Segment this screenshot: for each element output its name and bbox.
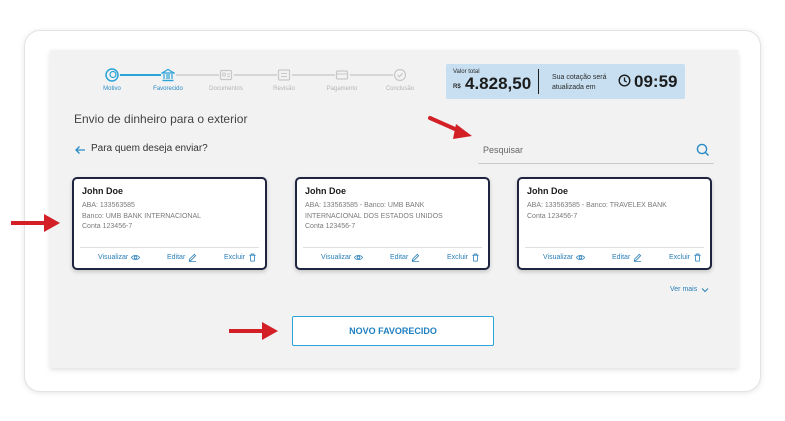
recipient-details: ABA: 133563585 - Banco: TRAVELEX BANK Co… — [527, 201, 707, 222]
edit-button[interactable]: Editar — [167, 253, 197, 262]
search-icon[interactable] — [696, 143, 710, 157]
new-recipient-button[interactable]: NOVO FAVORECIDO — [292, 316, 494, 346]
edit-button[interactable]: Editar — [390, 253, 420, 262]
view-label: Visualizar — [321, 254, 352, 261]
annotation-arrow-icon — [11, 214, 60, 232]
divider — [538, 69, 539, 94]
recipient-card[interactable]: John Doe ABA: 133563585 - Banco: UMB BAN… — [295, 177, 490, 270]
detail-line: ABA: 133563585 - Banco: TRAVELEX BANK — [527, 202, 667, 209]
edit-label: Editar — [390, 254, 409, 261]
card-actions: Visualizar Editar Excluir — [519, 253, 710, 265]
chevron-down-icon — [701, 287, 709, 292]
recipient-card[interactable]: John Doe ABA: 133563585 Banco: UMB BANK … — [72, 177, 267, 270]
annotation-arrow-icon — [229, 322, 278, 340]
edit-label: Editar — [612, 254, 631, 261]
step-label: Revisão — [273, 86, 295, 92]
view-button[interactable]: Visualizar — [543, 253, 586, 262]
pencil-icon — [412, 253, 420, 262]
delete-label: Excluir — [224, 254, 246, 261]
step-conclusao[interactable]: Conclusão — [380, 67, 420, 92]
see-more-label: Ver mais — [670, 286, 698, 293]
eye-icon — [131, 255, 141, 260]
countdown-timer: 09:59 — [634, 72, 678, 91]
card-actions: Visualizar Editar Excluir — [74, 253, 265, 265]
pencil-icon — [189, 253, 197, 262]
list-icon — [276, 67, 292, 82]
step-motivo[interactable]: Motivo — [92, 67, 132, 92]
step-label: Motivo — [103, 86, 121, 92]
detail-line: Conta 123456-7 — [527, 212, 578, 220]
recipient-name: John Doe — [82, 186, 124, 196]
edit-label: Editar — [167, 254, 186, 261]
step-pagamento[interactable]: Pagamento — [322, 67, 362, 92]
search-input[interactable] — [483, 142, 683, 158]
total-value-box: Valor total R$ 4.828,50 Sua cotação será… — [446, 64, 685, 99]
currency-symbol: R$ — [453, 84, 461, 90]
detail-line: Banco: UMB BANK INTERNACIONAL — [82, 212, 202, 220]
recipient-details: ABA: 133563585 - Banco: UMB BANK INTERNA… — [305, 201, 485, 233]
detail-line: INTERNACIONAL DOS ESTADOS UNIDOS — [305, 212, 443, 220]
check-icon — [392, 67, 408, 82]
coin-icon — [104, 67, 120, 82]
step-label: Favorecido — [153, 86, 183, 92]
card-divider — [525, 247, 704, 248]
detail-line: Conta 123456-7 — [305, 223, 356, 230]
step-label: Conclusão — [385, 86, 415, 92]
progress-stepper: Motivo Favorecido Documentos Revisão Pag… — [96, 67, 426, 97]
total-amount: 4.828,50 — [465, 74, 532, 93]
card-divider — [303, 247, 482, 248]
step-label: Documentos — [209, 86, 243, 92]
delete-button[interactable]: Excluir — [669, 253, 702, 262]
search-bar — [478, 138, 714, 164]
back-arrow-icon[interactable] — [74, 143, 86, 155]
view-button[interactable]: Visualizar — [98, 253, 141, 262]
trash-icon — [249, 253, 256, 262]
step-favorecido[interactable]: Favorecido — [148, 67, 188, 92]
page-title: Envio de dinheiro para o exterior — [74, 112, 248, 126]
card-divider — [80, 247, 259, 248]
see-more-link[interactable]: Ver mais — [670, 286, 709, 293]
trash-icon — [694, 253, 701, 262]
card-actions: Visualizar Editar Excluir — [297, 253, 488, 265]
step-label: Pagamento — [326, 86, 358, 92]
detail-line: ABA: 133563585 - Banco: UMB BANK — [305, 202, 425, 209]
clock-icon — [618, 74, 631, 87]
annotation-arrow-icon — [428, 116, 472, 139]
view-label: Visualizar — [98, 254, 129, 261]
recipient-card[interactable]: John Doe ABA: 133563585 - Banco: TRAVELE… — [517, 177, 712, 270]
delete-button[interactable]: Excluir — [447, 253, 480, 262]
eye-icon — [354, 255, 364, 260]
pencil-icon — [634, 253, 642, 262]
recipient-question: Para quem deseja enviar? — [91, 143, 208, 154]
bank-icon — [160, 67, 176, 82]
id-card-icon — [218, 67, 234, 82]
recipient-details: ABA: 133563585 Banco: UMB BANK INTERNACI… — [82, 201, 262, 233]
delete-button[interactable]: Excluir — [224, 253, 257, 262]
quote-update-text: Sua cotação será atualizada em — [552, 74, 607, 91]
step-documentos[interactable]: Documentos — [206, 67, 246, 92]
delete-label: Excluir — [447, 254, 469, 261]
recipient-name: John Doe — [305, 186, 347, 196]
eye-icon — [576, 255, 586, 260]
step-revisao[interactable]: Revisão — [264, 67, 304, 92]
detail-line: Conta 123456-7 — [82, 223, 133, 230]
edit-button[interactable]: Editar — [612, 253, 642, 262]
recipient-name: John Doe — [527, 186, 569, 196]
payment-icon — [334, 67, 350, 82]
view-label: Visualizar — [543, 254, 574, 261]
delete-label: Excluir — [669, 254, 691, 261]
trash-icon — [472, 253, 479, 262]
view-button[interactable]: Visualizar — [321, 253, 364, 262]
detail-line: ABA: 133563585 — [82, 202, 135, 209]
